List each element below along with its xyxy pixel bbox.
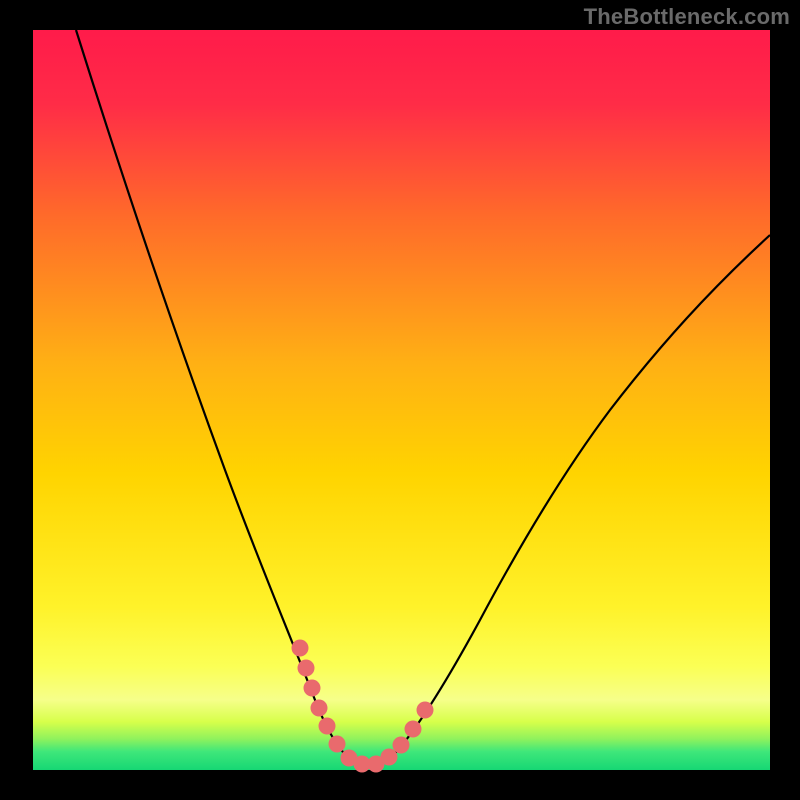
gradient-panel (33, 30, 770, 770)
marker-dot (417, 702, 434, 719)
marker-dot (319, 718, 336, 735)
marker-dot (381, 749, 398, 766)
marker-dot (304, 680, 321, 697)
watermark-text: TheBottleneck.com (584, 4, 790, 30)
marker-dot (329, 736, 346, 753)
marker-dot (292, 640, 309, 657)
marker-dot (405, 721, 422, 738)
marker-dot (298, 660, 315, 677)
bottleneck-chart (0, 0, 800, 800)
marker-dot (393, 737, 410, 754)
chart-stage: TheBottleneck.com (0, 0, 800, 800)
marker-dot (311, 700, 328, 717)
